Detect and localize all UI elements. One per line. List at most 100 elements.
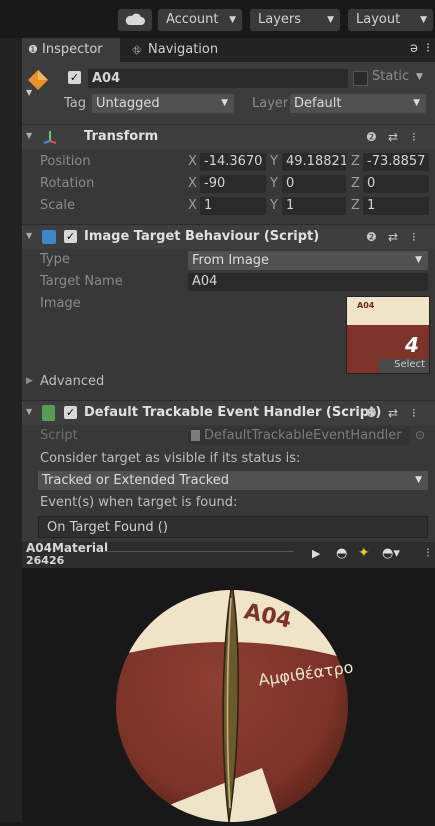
preview-divider xyxy=(104,551,294,558)
event-label-row: Event(s) when target is found: xyxy=(22,492,435,514)
rotation-x-input[interactable]: -90 xyxy=(200,175,266,193)
position-z-input[interactable]: -73.8857 xyxy=(363,153,429,171)
tab-navigation-label: Navigation xyxy=(148,42,219,57)
event-handler-enabled-checkbox[interactable]: ✓ xyxy=(64,406,77,419)
axis-x-label[interactable]: X xyxy=(188,198,197,213)
rotation-label: Rotation xyxy=(40,176,95,191)
static-checkbox[interactable] xyxy=(353,71,368,86)
axis-z-label[interactable]: Z xyxy=(351,176,360,191)
caret-down-icon: ▼ xyxy=(26,131,33,140)
more-options-icon[interactable]: ⁝ xyxy=(426,41,430,56)
script-value: DefaultTrackableEventHandler xyxy=(204,428,402,443)
scale-x-input[interactable]: 1 xyxy=(200,197,266,215)
transform-title: Transform xyxy=(84,129,159,144)
tab-inspector[interactable]: ❶ Inspector xyxy=(22,38,120,62)
scale-y-input[interactable]: 1 xyxy=(282,197,346,215)
caret-down-icon: ▼ xyxy=(26,407,33,416)
advanced-row[interactable]: ▶ Advanced xyxy=(22,372,435,394)
event-list[interactable]: On Target Found () xyxy=(38,516,428,538)
material-sphere xyxy=(116,589,348,823)
more-options-icon[interactable]: ⁝ xyxy=(412,406,416,420)
preset-icon[interactable]: ⇄ xyxy=(388,406,398,420)
caret-down-icon: ▼ xyxy=(415,475,422,485)
script-icon xyxy=(42,405,55,421)
rotation-z-input[interactable]: 0 xyxy=(363,175,429,193)
preset-icon[interactable]: ⇄ xyxy=(388,230,398,244)
left-dock-strip xyxy=(0,38,22,822)
position-row: Position X -14.3670 Y 49.18821 Z -73.885… xyxy=(22,152,435,174)
sphere-text-bottom: A xyxy=(202,786,223,816)
script-row: Script DefaultTrackableEventHandler ⊙ xyxy=(22,426,435,448)
tag-value: Untagged xyxy=(96,96,160,111)
object-header: ▼ ✓ A04 Static ▼ Tag Untagged ▼ Layer Def… xyxy=(22,62,435,124)
play-icon[interactable]: ▶ xyxy=(312,547,320,560)
caret-down-icon: ▼ xyxy=(26,88,33,97)
target-name-input[interactable]: A04 xyxy=(188,273,428,291)
tag-label: Tag xyxy=(64,96,87,111)
axis-y-label[interactable]: Y xyxy=(270,198,278,213)
position-x-input[interactable]: -14.3670 xyxy=(200,153,266,171)
lock-icon[interactable]: ə xyxy=(410,41,418,56)
layer-dropdown[interactable]: Default ▼ xyxy=(290,94,426,113)
preset-icon[interactable]: ⇄ xyxy=(388,130,398,144)
layers-label: Layers xyxy=(258,12,302,27)
rotation-y-input[interactable]: 0 xyxy=(282,175,346,193)
material-preview[interactable]: A04 Αμφιθέατρο A xyxy=(22,568,435,823)
axis-y-label[interactable]: Y xyxy=(270,154,278,169)
sphere-preview-icon[interactable]: ◓ xyxy=(336,546,347,561)
cloud-button[interactable] xyxy=(118,9,152,31)
status-dropdown[interactable]: Tracked or Extended Tracked ▼ xyxy=(38,471,428,490)
target-name-row: Target Name A04 xyxy=(22,272,435,294)
tab-bar: ❶ Inspector ⛗ Navigation ə ⁝ xyxy=(22,38,435,62)
transform-header[interactable]: ▼ Transform ❷ ⇄ ⁝ xyxy=(22,124,435,149)
inspector-panel: ▼ ✓ A04 Static ▼ Tag Untagged ▼ Layer Def… xyxy=(22,62,435,542)
position-label: Position xyxy=(40,154,91,169)
status-row: Tracked or Extended Tracked ▼ xyxy=(22,470,435,492)
select-button[interactable]: Select xyxy=(379,359,429,373)
layout-label: Layout xyxy=(356,12,401,27)
advanced-label: Advanced xyxy=(40,374,105,389)
caret-down-icon[interactable]: ▼ xyxy=(416,72,423,82)
tab-navigation[interactable]: ⛗ Navigation xyxy=(130,38,240,62)
object-picker-icon[interactable]: ⊙ xyxy=(415,428,425,442)
image-thumbnail[interactable]: A04 4 Select xyxy=(346,296,430,374)
consider-label: Consider target as visible if its status… xyxy=(40,451,301,466)
thumbnail-label: A04 xyxy=(357,301,375,310)
light-icon[interactable]: ✦ xyxy=(358,545,370,561)
layers-dropdown[interactable]: Layers ▼ xyxy=(250,9,340,31)
event-label: Event(s) when target is found: xyxy=(40,495,238,510)
image-target-header[interactable]: ▼ ✓ Image Target Behaviour (Script) ❷ ⇄ … xyxy=(22,224,435,249)
more-options-icon[interactable]: ⁝ xyxy=(412,130,416,144)
rotation-row: Rotation X -90 Y 0 Z 0 xyxy=(22,174,435,196)
type-dropdown[interactable]: From Image ▼ xyxy=(188,251,428,270)
more-options-icon[interactable]: ⁝ xyxy=(426,546,430,561)
caret-down-icon: ▼ xyxy=(415,255,422,265)
help-icon[interactable]: ❷ xyxy=(366,230,377,244)
axis-x-label[interactable]: X xyxy=(188,154,197,169)
caret-down-icon: ▼ xyxy=(229,15,236,25)
account-dropdown[interactable]: Account ▼ xyxy=(158,9,242,31)
layout-dropdown[interactable]: Layout ▼ xyxy=(348,9,433,31)
transform-icon xyxy=(43,131,57,144)
more-options-icon[interactable]: ⁝ xyxy=(412,230,416,244)
axis-y-label[interactable]: Y xyxy=(270,176,278,191)
axis-x-label[interactable]: X xyxy=(188,176,197,191)
axis-z-label[interactable]: Z xyxy=(351,154,360,169)
position-y-input[interactable]: 49.18821 xyxy=(282,153,346,171)
tag-dropdown[interactable]: Untagged ▼ xyxy=(92,94,234,113)
help-icon[interactable]: ❷ xyxy=(366,406,377,420)
active-checkbox[interactable]: ✓ xyxy=(68,71,81,84)
layer-label: Layer xyxy=(252,96,289,111)
shape-dropdown-icon[interactable]: ◓▾ xyxy=(382,546,400,561)
scale-z-input[interactable]: 1 xyxy=(363,197,429,215)
event-handler-header[interactable]: ▼ ✓ Default Trackable Event Handler (Scr… xyxy=(22,400,435,425)
material-name: A04Material xyxy=(26,541,109,555)
help-icon[interactable]: ❷ xyxy=(366,130,377,144)
caret-down-icon: ▼ xyxy=(413,98,420,108)
status-value: Tracked or Extended Tracked xyxy=(42,473,230,488)
scale-row: Scale X 1 Y 1 Z 1 xyxy=(22,196,435,218)
object-name-input[interactable]: A04 xyxy=(88,69,348,88)
event-value: On Target Found () xyxy=(47,520,168,535)
axis-z-label[interactable]: Z xyxy=(351,198,360,213)
image-target-enabled-checkbox[interactable]: ✓ xyxy=(64,230,77,243)
